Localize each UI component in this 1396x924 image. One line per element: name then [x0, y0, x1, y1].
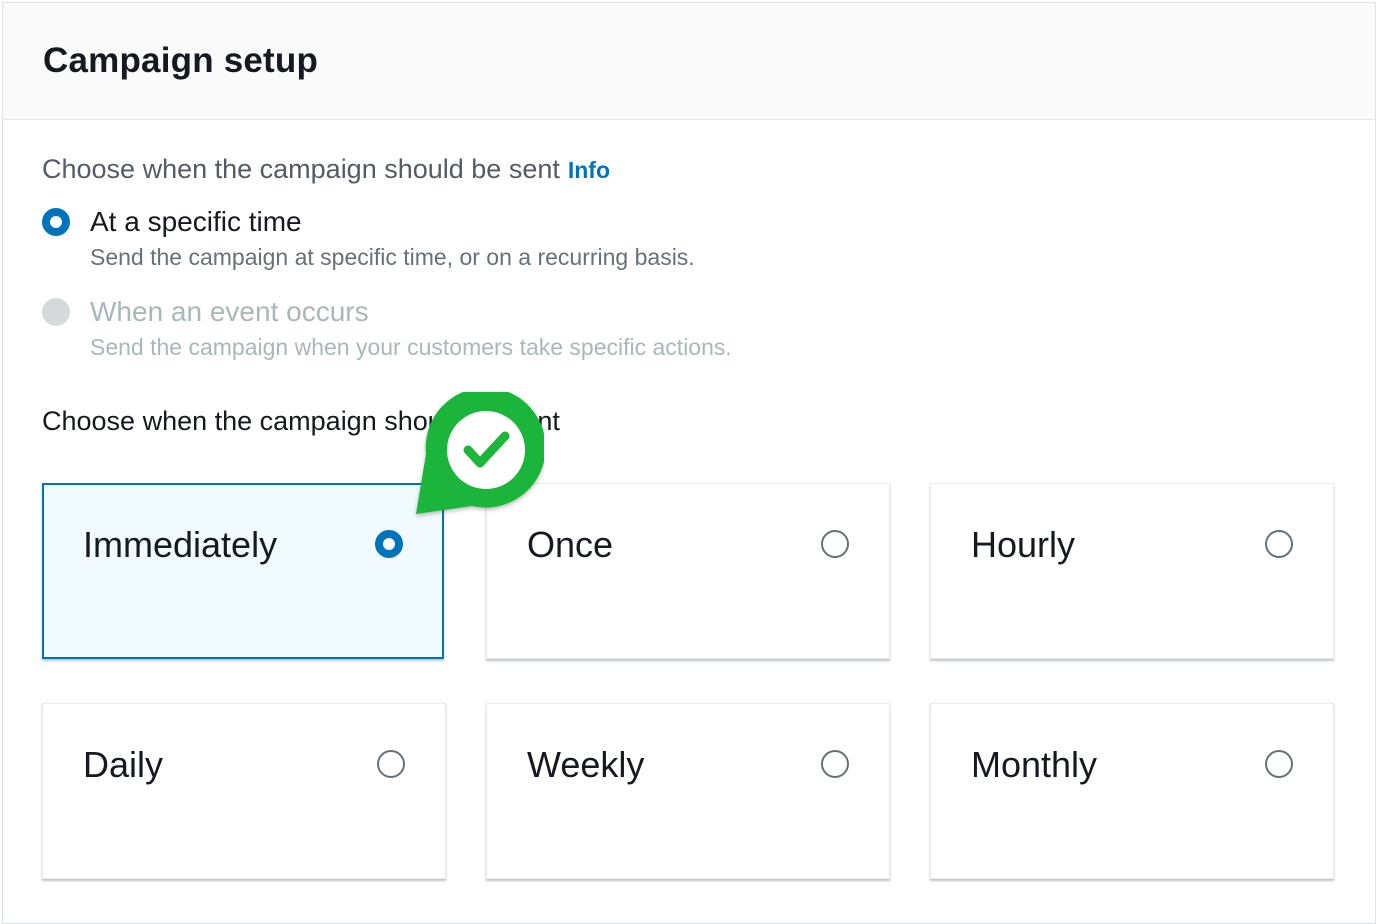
radio-disabled-icon[interactable] [42, 298, 70, 326]
send-mode-label-text: Choose when the campaign should be sent [42, 154, 560, 184]
radio-unselected-icon[interactable] [1265, 750, 1293, 778]
tile-once[interactable]: Once [486, 483, 890, 659]
tile-weekly[interactable]: Weekly [486, 703, 890, 879]
frequency-label: Choose when the campaign should be sent [42, 406, 560, 436]
info-link[interactable]: Info [568, 157, 610, 183]
tile-hourly[interactable]: Hourly [930, 483, 1334, 659]
panel-header: Campaign setup [3, 3, 1375, 120]
send-mode-label: Choose when the campaign should be sent I… [42, 154, 610, 185]
radio-label: When an event occurs [90, 296, 369, 327]
radio-label: At a specific time [90, 206, 302, 237]
radio-description: Send the campaign at specific time, or o… [90, 244, 695, 270]
tile-daily[interactable]: Daily [42, 703, 446, 879]
radio-unselected-icon[interactable] [821, 750, 849, 778]
radio-description: Send the campaign when your customers ta… [90, 334, 732, 360]
tile-label: Once [527, 524, 614, 565]
tile-label: Hourly [971, 524, 1076, 565]
tile-label: Monthly [971, 744, 1098, 785]
tile-immediately[interactable]: Immediately [42, 483, 444, 659]
radio-unselected-icon[interactable] [377, 750, 405, 778]
page-title: Campaign setup [43, 41, 319, 80]
tile-label: Weekly [527, 744, 645, 785]
tile-monthly[interactable]: Monthly [930, 703, 1334, 879]
tile-label: Immediately [83, 524, 278, 565]
radio-selected-icon[interactable] [375, 530, 403, 558]
radio-unselected-icon[interactable] [821, 530, 849, 558]
radio-selected-icon[interactable] [42, 208, 70, 236]
radio-unselected-icon[interactable] [1265, 530, 1293, 558]
tile-label: Daily [83, 744, 164, 785]
